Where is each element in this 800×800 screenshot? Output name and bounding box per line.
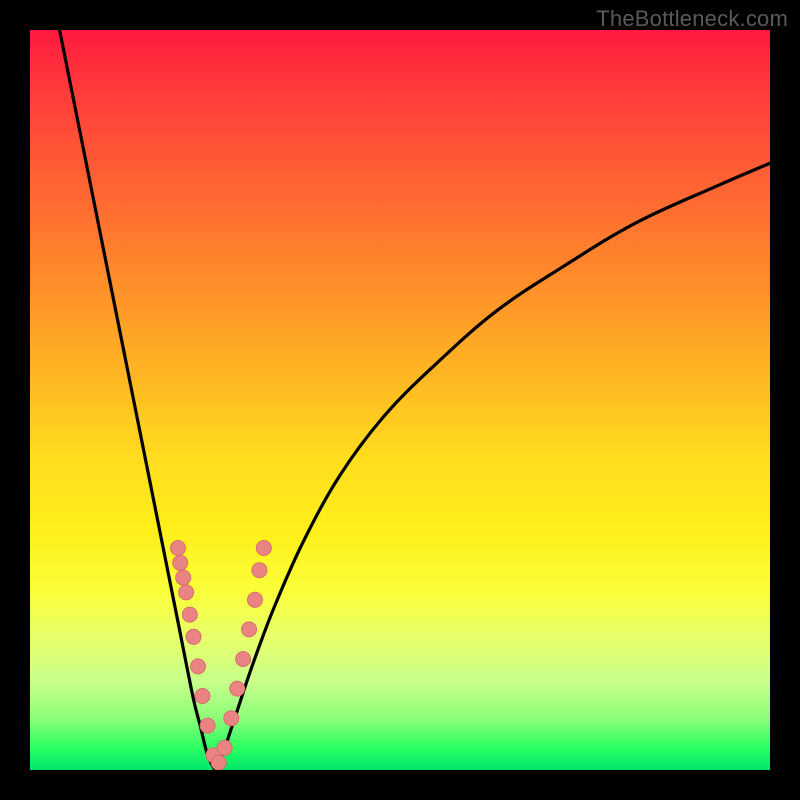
data-point-marker <box>190 659 205 674</box>
curve-left-branch <box>60 30 215 770</box>
chart-frame: TheBottleneck.com <box>0 0 800 800</box>
data-point-marker <box>224 711 239 726</box>
curve-layer <box>30 30 770 770</box>
data-point-marker <box>217 740 232 755</box>
data-point-marker <box>200 718 215 733</box>
data-point-marker <box>176 570 191 585</box>
data-point-marker <box>211 755 226 770</box>
data-point-marker <box>186 629 201 644</box>
data-point-marker <box>173 555 188 570</box>
plot-area <box>30 30 770 770</box>
data-point-marker <box>247 592 262 607</box>
curve-left-path <box>60 30 215 770</box>
watermark-text: TheBottleneck.com <box>596 6 788 32</box>
data-point-marker <box>252 563 267 578</box>
curve-right-branch <box>215 163 770 770</box>
data-point-marker <box>179 585 194 600</box>
data-point-marker <box>230 681 245 696</box>
data-point-marker <box>236 652 251 667</box>
data-point-marker <box>171 541 186 556</box>
data-point-marker <box>182 607 197 622</box>
data-point-marker <box>242 622 257 637</box>
data-point-marker <box>195 689 210 704</box>
curve-right-path <box>215 163 770 770</box>
data-point-marker <box>256 541 271 556</box>
